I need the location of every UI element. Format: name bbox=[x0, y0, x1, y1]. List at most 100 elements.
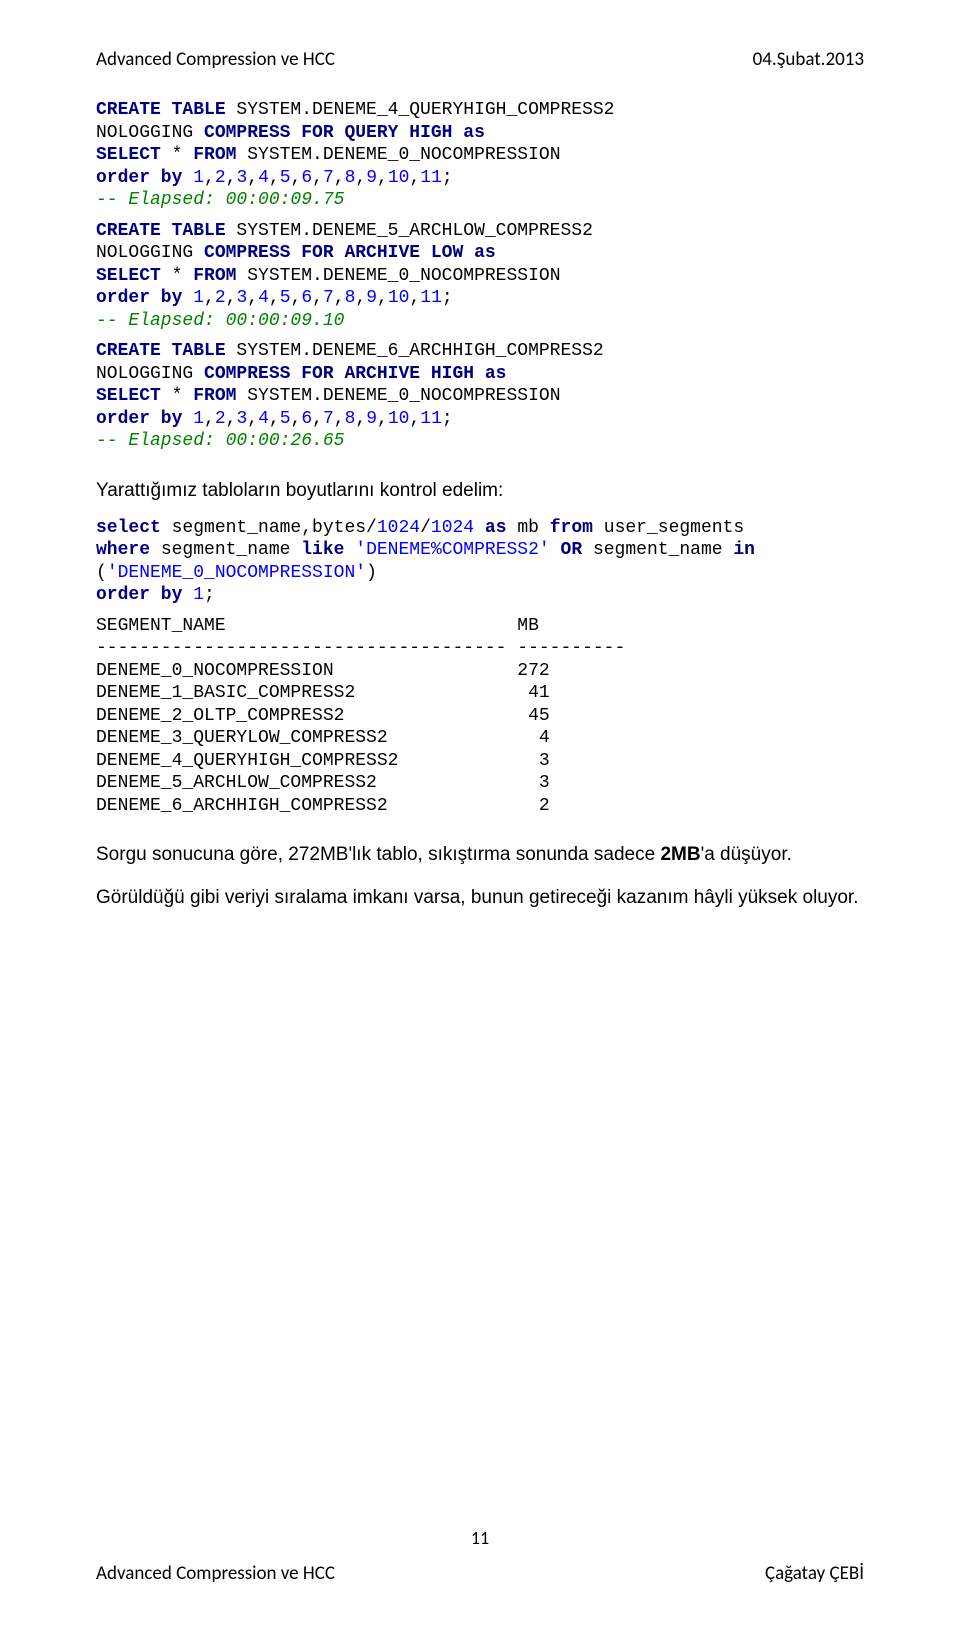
txt: , bbox=[226, 288, 237, 308]
kw: select bbox=[96, 518, 161, 538]
txt: SYSTEM.DENEME_6_ARCHHIGH_COMPRESS2 bbox=[226, 341, 604, 361]
txt: , bbox=[247, 168, 258, 188]
comment: -- Elapsed: 00:00:09.10 bbox=[96, 311, 344, 331]
result-row: DENEME_4_QUERYHIGH_COMPRESS2 3 bbox=[96, 751, 550, 771]
txt: NOLOGGING bbox=[96, 364, 204, 384]
txt: , bbox=[247, 288, 258, 308]
txt bbox=[550, 540, 561, 560]
txt: SYSTEM.DENEME_0_NOCOMPRESSION bbox=[236, 266, 560, 286]
txt: , bbox=[312, 168, 323, 188]
footer-right: Çağatay ÇEBİ bbox=[765, 1562, 864, 1585]
txt: , bbox=[204, 288, 215, 308]
txt: NOLOGGING bbox=[96, 243, 204, 263]
txt: , bbox=[409, 288, 420, 308]
str: 'DENEME_0_NOCOMPRESSION' bbox=[107, 563, 366, 583]
num: 2 bbox=[215, 168, 226, 188]
result-row: DENEME_0_NOCOMPRESSION 272 bbox=[96, 661, 550, 681]
kw: COMPRESS FOR QUERY HIGH as bbox=[204, 123, 485, 143]
page-number: 11 bbox=[0, 1527, 960, 1549]
txt: , bbox=[355, 409, 366, 429]
paragraph-1: Yarattığımız tabloların boyutlarını kont… bbox=[96, 475, 864, 507]
txt: NOLOGGING bbox=[96, 123, 204, 143]
num: 1024 bbox=[431, 518, 474, 538]
result-row: DENEME_2_OLTP_COMPRESS2 45 bbox=[96, 706, 550, 726]
txt: , bbox=[269, 409, 280, 429]
txt: , bbox=[269, 168, 280, 188]
str: 'DENEME%COMPRESS2' bbox=[355, 540, 549, 560]
kw: SELECT bbox=[96, 266, 161, 286]
num: 10 bbox=[388, 409, 410, 429]
num: 1024 bbox=[377, 518, 420, 538]
txt: SYSTEM.DENEME_4_QUERYHIGH_COMPRESS2 bbox=[226, 100, 615, 120]
num: 3 bbox=[236, 288, 247, 308]
kw: from bbox=[550, 518, 593, 538]
txt: , bbox=[377, 409, 388, 429]
txt: ; bbox=[204, 585, 215, 605]
num: 9 bbox=[366, 288, 377, 308]
txt: , bbox=[334, 288, 345, 308]
txt: segment_name,bytes/ bbox=[161, 518, 377, 538]
kw: COMPRESS FOR ARCHIVE HIGH as bbox=[204, 364, 506, 384]
p2-t3: 'a düşüyor. bbox=[701, 844, 792, 865]
num: 11 bbox=[420, 409, 442, 429]
results-block: SEGMENT_NAME MB ------------------------… bbox=[96, 615, 864, 818]
num: 4 bbox=[258, 168, 269, 188]
txt: / bbox=[420, 518, 431, 538]
kw: like bbox=[301, 540, 344, 560]
p2-t2-bold: 2MB bbox=[660, 844, 700, 865]
num: 5 bbox=[280, 409, 291, 429]
result-row: DENEME_6_ARCHHIGH_COMPRESS2 2 bbox=[96, 796, 550, 816]
num: 6 bbox=[301, 288, 312, 308]
num: 10 bbox=[388, 168, 410, 188]
txt: , bbox=[291, 288, 302, 308]
page-container: Advanced Compression ve HCC 04.Şubat.201… bbox=[0, 0, 960, 1633]
page-footer: Advanced Compression ve HCC Çağatay ÇEBİ bbox=[96, 1562, 864, 1585]
result-row: DENEME_3_QUERYLOW_COMPRESS2 4 bbox=[96, 728, 550, 748]
txt: , bbox=[355, 168, 366, 188]
num: 6 bbox=[301, 168, 312, 188]
footer-left: Advanced Compression ve HCC bbox=[96, 1562, 335, 1585]
txt: ) bbox=[366, 563, 377, 583]
txt: , bbox=[204, 409, 215, 429]
txt: mb bbox=[507, 518, 550, 538]
query-block: select segment_name,bytes/1024/1024 as m… bbox=[96, 517, 864, 607]
txt: , bbox=[334, 409, 345, 429]
kw: where bbox=[96, 540, 150, 560]
num: 10 bbox=[388, 288, 410, 308]
num: 3 bbox=[236, 168, 247, 188]
result-row: DENEME_1_BASIC_COMPRESS2 41 bbox=[96, 683, 550, 703]
kw: SELECT bbox=[96, 145, 161, 165]
kw: FROM bbox=[193, 145, 236, 165]
num: 1 bbox=[193, 288, 204, 308]
txt: , bbox=[312, 409, 323, 429]
num: 1 bbox=[193, 585, 204, 605]
txt: , bbox=[409, 409, 420, 429]
num: 11 bbox=[420, 168, 442, 188]
result-row: DENEME_5_ARCHLOW_COMPRESS2 3 bbox=[96, 773, 550, 793]
header-right: 04.Şubat.2013 bbox=[753, 48, 864, 71]
txt: , bbox=[355, 288, 366, 308]
txt: user_segments bbox=[593, 518, 744, 538]
txt: SYSTEM.DENEME_5_ARCHLOW_COMPRESS2 bbox=[226, 221, 593, 241]
kw: FROM bbox=[193, 266, 236, 286]
header-left: Advanced Compression ve HCC bbox=[96, 48, 335, 71]
num: 7 bbox=[323, 168, 334, 188]
txt: SYSTEM.DENEME_0_NOCOMPRESSION bbox=[236, 145, 560, 165]
txt: ( bbox=[96, 563, 107, 583]
txt: , bbox=[291, 168, 302, 188]
txt: , bbox=[377, 288, 388, 308]
txt: SYSTEM.DENEME_0_NOCOMPRESSION bbox=[236, 386, 560, 406]
code-block-2: CREATE TABLE SYSTEM.DENEME_5_ARCHLOW_COM… bbox=[96, 220, 864, 333]
comment: -- Elapsed: 00:00:26.65 bbox=[96, 431, 344, 451]
kw: CREATE TABLE bbox=[96, 100, 226, 120]
num: 11 bbox=[420, 288, 442, 308]
txt: , bbox=[247, 409, 258, 429]
txt: , bbox=[226, 409, 237, 429]
num: 5 bbox=[280, 288, 291, 308]
num: 3 bbox=[236, 409, 247, 429]
kw: OR bbox=[561, 540, 583, 560]
p2-t1: Sorgu sonucuna göre, 272MB'lık tablo, sı… bbox=[96, 844, 660, 865]
num: 5 bbox=[280, 168, 291, 188]
txt: * bbox=[161, 386, 193, 406]
txt: * bbox=[161, 145, 193, 165]
